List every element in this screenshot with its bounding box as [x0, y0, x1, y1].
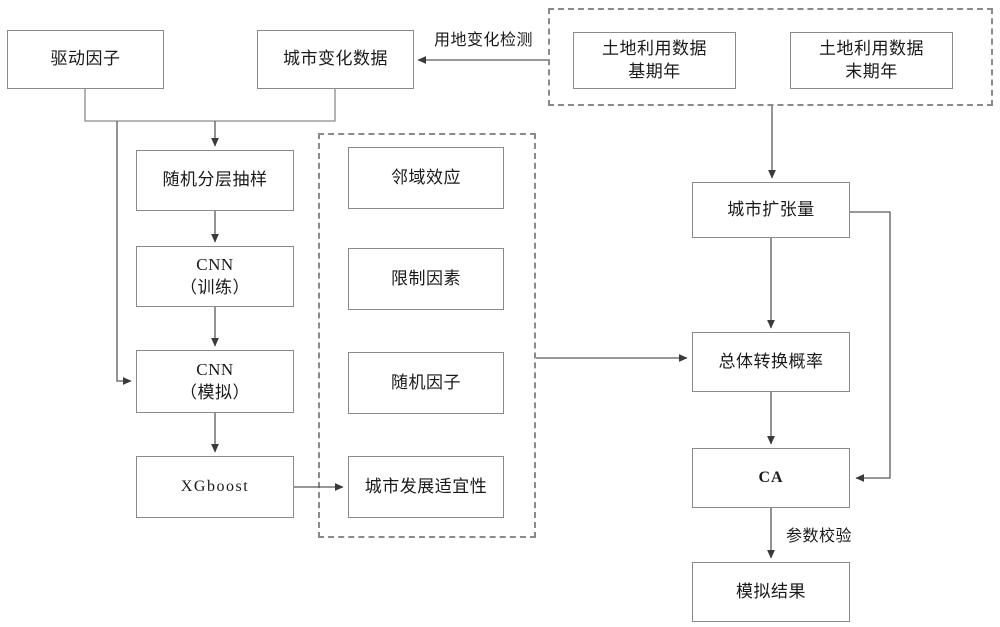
node-urban-expansion-amount-label: 城市扩张量 [727, 199, 815, 219]
node-urban-change-data[interactable]: 城市变化数据 [257, 30, 414, 89]
node-stratified-sampling-label: 随机分层抽样 [162, 170, 268, 190]
node-random-factor[interactable]: 随机因子 [348, 352, 504, 414]
edge-label-parameter-validation: 参数校验 [786, 528, 853, 545]
node-random-factor-label: 随机因子 [391, 372, 461, 392]
node-urban-expansion-amount[interactable]: 城市扩张量 [692, 182, 850, 238]
node-stratified-sampling[interactable]: 随机分层抽样 [136, 150, 294, 211]
node-overall-transition-probability[interactable]: 总体转换概率 [692, 332, 850, 392]
node-neighborhood-effect-label: 邻域效应 [391, 167, 461, 187]
node-driving-factors-label: 驱动因子 [50, 49, 121, 69]
node-cnn-train[interactable]: CNN （训练） [136, 246, 294, 307]
node-landuse-end-year-line1: 土地利用数据 [819, 39, 924, 59]
node-urban-suitability[interactable]: 城市发展适宜性 [348, 456, 504, 518]
edge-label-landuse-change-detection: 用地变化检测 [434, 32, 534, 49]
node-landuse-base-year[interactable]: 土地利用数据 基期年 [573, 32, 736, 89]
node-driving-factors[interactable]: 驱动因子 [7, 30, 164, 89]
node-ca[interactable]: CA [692, 448, 850, 508]
node-overall-transition-probability-label: 总体转换概率 [718, 351, 824, 371]
node-simulation-result[interactable]: 模拟结果 [692, 562, 850, 622]
node-restriction-factor[interactable]: 限制因素 [348, 248, 504, 310]
node-cnn-train-line1: CNN [196, 255, 234, 275]
node-simulation-result-label: 模拟结果 [736, 581, 806, 601]
node-cnn-simulate-line2: （模拟） [180, 382, 250, 402]
node-landuse-end-year[interactable]: 土地利用数据 末期年 [790, 32, 953, 89]
node-cnn-train-line2: （训练） [180, 277, 250, 297]
node-restriction-factor-label: 限制因素 [391, 268, 461, 288]
node-urban-change-data-label: 城市变化数据 [283, 49, 388, 69]
node-landuse-base-year-line2: 基期年 [628, 61, 681, 81]
node-cnn-simulate[interactable]: CNN （模拟） [136, 350, 294, 413]
node-neighborhood-effect[interactable]: 邻域效应 [348, 147, 504, 209]
node-cnn-simulate-line1: CNN [196, 360, 234, 380]
node-xgboost-label: XGboost [180, 478, 250, 496]
node-ca-label: CA [758, 469, 784, 487]
node-landuse-end-year-line2: 末期年 [845, 61, 898, 81]
node-landuse-base-year-line1: 土地利用数据 [602, 39, 707, 59]
node-xgboost[interactable]: XGboost [136, 456, 294, 518]
node-urban-suitability-label: 城市发展适宜性 [364, 476, 488, 496]
flowchart-canvas: 用地变化检测 参数校验 驱动因子 城市变化数据 土地利用数据 基期年 土地利用数… [0, 0, 1000, 627]
